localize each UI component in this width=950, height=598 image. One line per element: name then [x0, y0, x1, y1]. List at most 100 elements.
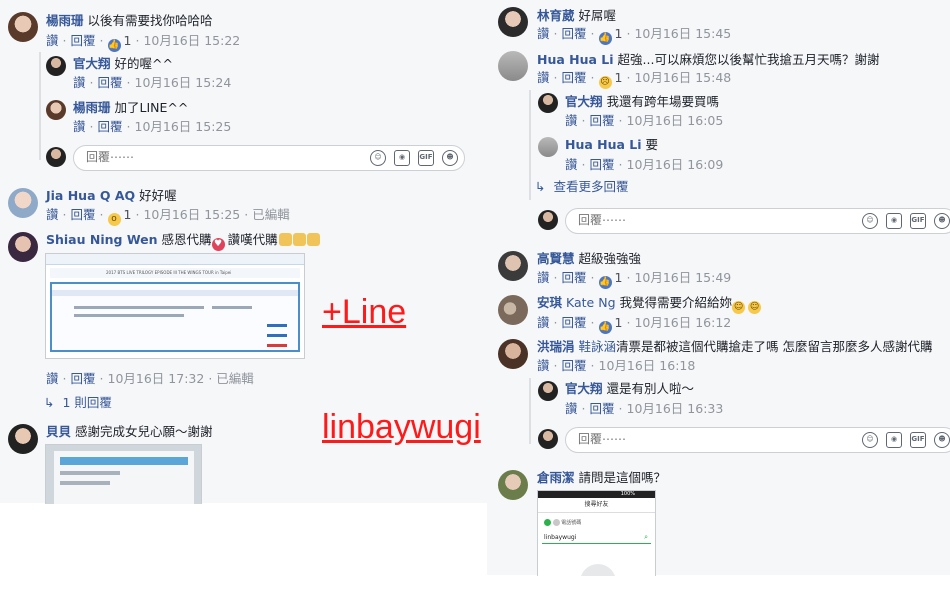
like-link[interactable]: 讚 — [537, 70, 550, 85]
commenter-name[interactable]: 官大翔 — [565, 381, 603, 396]
avatar[interactable] — [538, 137, 558, 157]
commenter-name[interactable]: 林育葳 — [537, 8, 575, 23]
timestamp[interactable]: 10月16日 16:33 — [627, 401, 724, 416]
like-icon[interactable]: 👍 — [107, 39, 121, 52]
camera-icon[interactable]: ◉ — [394, 150, 410, 166]
reply-link[interactable]: 回覆 — [71, 207, 96, 222]
commenter-name[interactable]: 貝貝 — [46, 424, 71, 439]
like-link[interactable]: 讚 — [73, 75, 86, 90]
reply-box[interactable]: ☺ ◉ GIF ☻ — [73, 145, 465, 171]
sticker-icon[interactable]: ☻ — [934, 432, 950, 448]
gif-icon[interactable]: GIF — [910, 213, 926, 229]
emoji-icon[interactable]: ☺ — [370, 150, 386, 166]
reply-link[interactable]: 回覆 — [562, 358, 587, 373]
like-link[interactable]: 讚 — [537, 358, 550, 373]
wow-reaction-icon[interactable]: o — [107, 213, 121, 226]
edited-label[interactable]: 已編輯 — [216, 371, 254, 386]
avatar[interactable] — [498, 339, 528, 369]
avatar[interactable] — [8, 12, 38, 42]
avatar[interactable] — [8, 232, 38, 262]
commenter-name[interactable]: 楊雨珊 — [73, 100, 111, 115]
line-app-screenshot[interactable]: 100% 搜尋好友 電話號碼 linbaywugi ⌕ — [537, 490, 656, 576]
timestamp[interactable]: 10月16日 15:25 — [143, 207, 240, 222]
reply-link[interactable]: 回覆 — [71, 33, 96, 48]
avatar[interactable] — [8, 424, 38, 454]
commenter-name[interactable]: 洪瑞涓 — [537, 339, 575, 354]
sticker-icon[interactable]: ☻ — [442, 150, 458, 166]
ticket-image[interactable]: 2017 BTS LIVE TRILOGY EPISODE III THE WI… — [45, 253, 305, 359]
avatar[interactable] — [498, 470, 528, 500]
gif-icon[interactable]: GIF — [418, 150, 434, 166]
camera-icon[interactable]: ◉ — [886, 432, 902, 448]
like-count[interactable]: 1 — [615, 270, 623, 285]
avatar[interactable] — [46, 100, 66, 120]
reply-link[interactable]: 回覆 — [590, 157, 615, 172]
reply-link[interactable]: 回覆 — [98, 75, 123, 90]
like-count[interactable]: 1 — [615, 315, 623, 330]
commenter-name[interactable]: 倉雨潔 — [537, 470, 575, 485]
commenter-name[interactable]: 高賢慧 — [537, 251, 575, 266]
commenter-name[interactable]: Jia Hua Q AQ — [46, 188, 135, 203]
commenter-name[interactable]: 安琪 — [537, 295, 562, 310]
camera-icon[interactable]: ◉ — [886, 213, 902, 229]
avatar[interactable] — [46, 56, 66, 76]
timestamp[interactable]: 10月16日 15:25 — [135, 119, 232, 134]
reply-link[interactable]: 回覆 — [590, 113, 615, 128]
like-link[interactable]: 讚 — [537, 26, 550, 41]
commenter-name[interactable]: 官大翔 — [565, 94, 603, 109]
like-icon[interactable]: 👍 — [598, 276, 612, 289]
like-link[interactable]: 讚 — [46, 371, 59, 386]
like-count[interactable]: 1 — [615, 26, 623, 41]
reply-link[interactable]: 回覆 — [562, 270, 587, 285]
reply-link[interactable]: 回覆 — [98, 119, 123, 134]
timestamp[interactable]: 10月16日 15:22 — [143, 33, 240, 48]
edited-label[interactable]: 已編輯 — [252, 207, 290, 222]
reply-link[interactable]: 回覆 — [590, 401, 615, 416]
emoji-icon[interactable]: ☺ — [862, 213, 878, 229]
commenter-name[interactable]: Hua Hua Li — [565, 137, 642, 152]
like-link[interactable]: 讚 — [73, 119, 86, 134]
avatar[interactable] — [498, 51, 528, 81]
like-count[interactable]: 1 — [615, 70, 623, 85]
reply-link[interactable]: 回覆 — [562, 70, 587, 85]
commenter-name[interactable]: 官大翔 — [73, 56, 111, 71]
attached-photo[interactable] — [45, 444, 202, 504]
avatar[interactable] — [498, 251, 528, 281]
like-link[interactable]: 讚 — [537, 270, 550, 285]
timestamp[interactable]: 10月16日 16:05 — [627, 113, 724, 128]
gif-icon[interactable]: GIF — [910, 432, 926, 448]
reply-input[interactable] — [576, 431, 790, 447]
like-link[interactable]: 讚 — [46, 207, 59, 222]
like-link[interactable]: 讚 — [565, 157, 578, 172]
like-link[interactable]: 讚 — [565, 401, 578, 416]
view-more-replies-link[interactable]: ↳ 查看更多回覆 — [535, 178, 628, 196]
timestamp[interactable]: 10月16日 15:49 — [634, 270, 731, 285]
timestamp[interactable]: 10月16日 16:12 — [634, 315, 731, 330]
timestamp[interactable]: 10月16日 16:18 — [599, 358, 696, 373]
avatar[interactable] — [498, 295, 528, 325]
reply-link[interactable]: 回覆 — [562, 26, 587, 41]
avatar[interactable] — [538, 93, 558, 113]
reply-input[interactable] — [576, 212, 790, 228]
reply-box[interactable]: ☺ ◉ GIF ☻ — [565, 427, 950, 453]
like-icon[interactable]: 👍 — [598, 321, 612, 334]
like-count[interactable]: 1 — [124, 207, 132, 222]
timestamp[interactable]: 10月16日 17:32 — [108, 371, 205, 386]
commenter-name[interactable]: Shiau Ning Wen — [46, 232, 158, 247]
avatar[interactable] — [538, 381, 558, 401]
tagged-name[interactable]: Kate Ng — [566, 295, 616, 310]
reply-box[interactable]: ☺ ◉ GIF ☻ — [565, 208, 950, 234]
like-count[interactable]: 1 — [124, 33, 132, 48]
view-replies-link[interactable]: ↳ 1 則回覆 — [44, 394, 112, 412]
avatar[interactable] — [8, 188, 38, 218]
timestamp[interactable]: 10月16日 15:48 — [634, 70, 731, 85]
commenter-name[interactable]: 楊雨珊 — [46, 13, 84, 28]
reply-link[interactable]: 回覆 — [562, 315, 587, 330]
reply-input[interactable] — [84, 149, 298, 165]
like-link[interactable]: 讚 — [46, 33, 59, 48]
sad-reaction-icon[interactable]: ☹ — [598, 76, 612, 89]
avatar[interactable] — [498, 7, 528, 37]
timestamp[interactable]: 10月16日 15:45 — [634, 26, 731, 41]
emoji-icon[interactable]: ☺ — [862, 432, 878, 448]
sticker-icon[interactable]: ☻ — [934, 213, 950, 229]
